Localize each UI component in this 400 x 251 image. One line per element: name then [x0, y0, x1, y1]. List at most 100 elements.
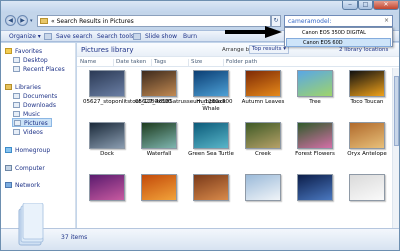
nav-computer[interactable]: Computer	[5, 164, 45, 173]
picture-tile[interactable]	[291, 174, 339, 224]
nav-label: Recent Places	[23, 66, 65, 73]
picture-thumbnail[interactable]	[89, 174, 125, 201]
nav-downloads[interactable]: Downloads	[13, 101, 56, 110]
picture-thumbnail[interactable]	[349, 174, 385, 201]
picture-thumbnail[interactable]	[349, 122, 385, 149]
nav-label: Videos	[23, 129, 43, 136]
library-locations-link[interactable]: 2 library locations	[339, 47, 388, 53]
maximize-button[interactable]: □	[358, 1, 373, 10]
picture-tile[interactable]	[83, 174, 131, 224]
picture-tile[interactable]: Toco Toucan	[343, 70, 391, 120]
picture-caption: Toco Toucan	[350, 99, 384, 105]
picture-tile[interactable]: Oryx Antelope	[343, 122, 391, 172]
network-icon	[5, 182, 12, 188]
save-search-button[interactable]: Save search	[56, 33, 93, 40]
picture-tile[interactable]: Dock	[83, 122, 131, 172]
nav-pictures[interactable]: Pictures	[12, 118, 52, 127]
picture-tile[interactable]: Waterfall	[135, 122, 183, 172]
picture-tile[interactable]: 05627_stoponlitstoot_1280x800	[83, 70, 172, 120]
nav-libraries[interactable]: Libraries	[5, 83, 41, 92]
picture-thumbnail[interactable]	[193, 122, 229, 149]
picture-thumbnail[interactable]	[297, 70, 333, 97]
picture-tile[interactable]: Forest Flowers	[291, 122, 339, 172]
back-button[interactable]: ◀	[5, 15, 16, 26]
picture-thumbnail[interactable]	[297, 174, 333, 201]
picture-thumbnail[interactable]	[245, 122, 281, 149]
organize-button[interactable]: Organize ▾	[9, 33, 41, 40]
picture-tile[interactable]: Autumn Leaves	[239, 70, 287, 120]
picture-thumbnail[interactable]	[141, 70, 177, 97]
nav-label: Music	[23, 111, 41, 118]
nav-favorites[interactable]: Favorites	[5, 47, 42, 56]
nav-documents[interactable]: Documents	[13, 92, 57, 101]
suggestion-item[interactable]: Canon EOS 350D DIGITAL	[286, 29, 391, 38]
minimize-button[interactable]: ‒	[342, 1, 358, 10]
column-name[interactable]: Name	[80, 59, 96, 65]
library-title: Pictures library	[81, 46, 134, 54]
folder-icon	[40, 18, 48, 24]
picture-thumbnail[interactable]	[141, 122, 177, 149]
picture-tile[interactable]: Humpback Whale	[187, 70, 235, 120]
nav-homegroup[interactable]: Homegroup	[5, 146, 50, 155]
clear-search-icon[interactable]: ×	[384, 17, 389, 24]
picture-thumbnail[interactable]	[193, 70, 229, 97]
arrange-by-dropdown[interactable]: Top results ▾	[249, 45, 289, 54]
picture-tile[interactable]	[135, 174, 183, 224]
picture-thumbnail[interactable]	[141, 174, 177, 201]
picture-tile[interactable]: 05627_4818Satrusseum_1280x800	[135, 70, 233, 120]
forward-button[interactable]: ▶	[17, 15, 28, 26]
pointer-arrow-icon	[225, 26, 282, 38]
column-divider[interactable]	[223, 59, 224, 66]
picture-tile[interactable]: Tree	[291, 70, 339, 120]
column-date-taken[interactable]: Date taken	[116, 59, 146, 65]
picture-caption: Green Sea Turtle	[188, 151, 234, 157]
recent-pages-dropdown[interactable]: ▾	[30, 18, 33, 24]
picture-thumbnail[interactable]	[89, 70, 125, 97]
picture-caption: 05627_4818Satrusseum_1280x800	[135, 99, 233, 105]
picture-tile[interactable]	[187, 174, 235, 224]
picture-thumbnail[interactable]	[349, 70, 385, 97]
picture-thumbnail[interactable]	[245, 174, 281, 201]
breadcrumb[interactable]: « Search Results in Pictures	[51, 18, 134, 25]
nav-network[interactable]: Network	[5, 181, 40, 190]
burn-button[interactable]: Burn	[183, 33, 197, 40]
picture-tile[interactable]	[343, 174, 391, 224]
desktop-icon	[13, 57, 20, 63]
column-size[interactable]: Size	[191, 59, 202, 65]
documents-icon	[13, 93, 20, 99]
picture-tile[interactable]: Green Sea Turtle	[187, 122, 235, 172]
slide-show-button[interactable]: Slide show	[145, 33, 177, 40]
nav-label: Homegroup	[15, 147, 51, 154]
homegroup-icon	[5, 147, 12, 153]
picture-tile[interactable]	[239, 174, 287, 224]
scrollbar-thumb[interactable]	[394, 76, 399, 146]
picture-thumbnail[interactable]	[297, 122, 333, 149]
search-query[interactable]: cameramodel:	[288, 18, 331, 25]
nav-videos[interactable]: Videos	[13, 128, 43, 137]
picture-caption: Forest Flowers	[295, 151, 335, 157]
picture-thumbnail[interactable]	[89, 122, 125, 149]
picture-thumbnail[interactable]	[245, 70, 281, 97]
picture-tile[interactable]: Creek	[239, 122, 287, 172]
nav-label: Favorites	[15, 48, 43, 55]
vertical-scrollbar[interactable]	[392, 68, 399, 228]
picture-caption: Tree	[309, 99, 321, 105]
column-divider[interactable]	[113, 59, 114, 66]
picture-thumbnail[interactable]	[193, 174, 229, 201]
picture-caption: Creek	[255, 151, 271, 157]
column-divider[interactable]	[151, 59, 152, 66]
close-button[interactable]: ✕	[373, 1, 399, 10]
nav-desktop[interactable]: Desktop	[13, 56, 48, 65]
item-count: 37 items	[61, 234, 88, 241]
explorer-window: ‒ □ ✕ ◀ ▶ ▾ « Search Results in Pictures…	[0, 0, 400, 251]
suggestion-item[interactable]: Canon EOS 60D	[286, 38, 391, 47]
search-input[interactable]: cameramodel: ×	[284, 15, 393, 27]
nav-recent-places[interactable]: Recent Places	[13, 65, 65, 74]
column-divider[interactable]	[188, 59, 189, 66]
videos-icon	[13, 129, 20, 135]
picture-caption: Oryx Antelope	[347, 151, 387, 157]
column-tags[interactable]: Tags	[154, 59, 166, 65]
save-icon	[44, 33, 52, 40]
nav-label: Pictures	[24, 120, 48, 127]
column-folder-path[interactable]: Folder path	[226, 59, 257, 65]
